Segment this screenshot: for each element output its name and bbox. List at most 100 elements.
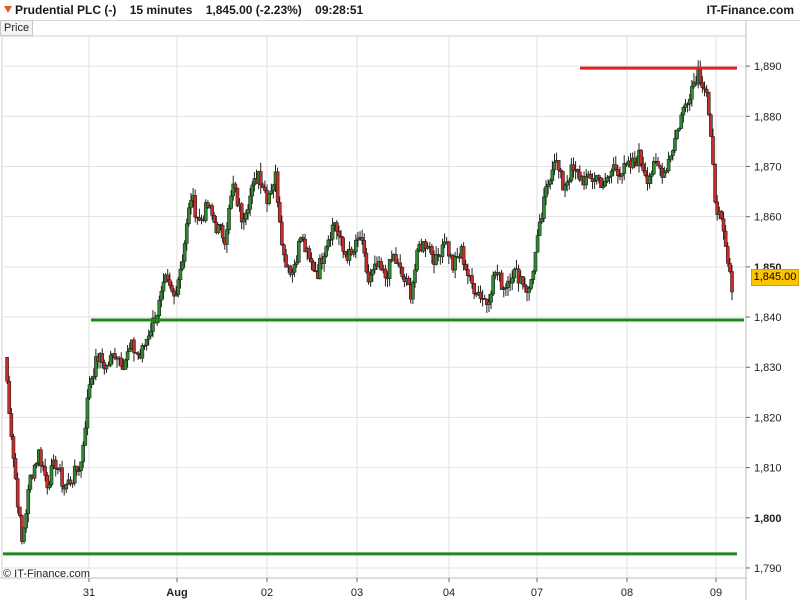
candle-body — [26, 489, 31, 515]
candle-body — [364, 252, 369, 273]
candle-body — [146, 335, 151, 340]
candle-body — [311, 261, 316, 271]
price-chart: 1,7901,8001,8101,8201,8301,8401,8501,860… — [0, 20, 782, 600]
candle-body — [605, 177, 610, 182]
candle-body — [360, 237, 364, 241]
candle-body — [282, 244, 286, 256]
candle-body — [330, 224, 335, 240]
candle-body — [658, 165, 662, 169]
candle-body — [83, 427, 88, 446]
candle-body — [609, 170, 614, 177]
candle-body — [491, 275, 495, 295]
candle-body — [81, 444, 85, 463]
candle-body — [159, 290, 164, 301]
candle-body — [721, 218, 726, 232]
candle-body — [34, 462, 39, 466]
candle-body — [132, 339, 136, 353]
candle-body — [125, 351, 130, 361]
candle-body — [89, 378, 94, 385]
y-tick-label: 1,790 — [754, 563, 782, 575]
candle-body — [523, 283, 527, 288]
candle-body — [603, 181, 607, 187]
candle-body — [100, 353, 105, 363]
candle-body — [400, 267, 405, 278]
candle-body — [108, 355, 113, 366]
y-tick-label: 1,810 — [754, 463, 782, 475]
candle-body — [531, 270, 536, 280]
candle-body — [149, 331, 153, 337]
candle-body — [711, 136, 715, 165]
candle-body — [24, 513, 28, 529]
x-tick-label: 02 — [261, 587, 273, 599]
candle-body — [379, 261, 383, 270]
candle-body — [370, 269, 375, 276]
x-tick-label: 31 — [83, 587, 95, 599]
candle-body — [643, 170, 648, 176]
candle-body — [113, 353, 117, 359]
candle-body — [709, 114, 713, 137]
candle-body — [261, 184, 265, 188]
candle-body — [267, 193, 271, 204]
candle-body — [5, 357, 9, 382]
candle-body — [49, 465, 54, 486]
candle-body — [277, 202, 282, 223]
candle-body — [539, 218, 544, 223]
candle-body — [394, 254, 398, 264]
candle-body — [242, 218, 246, 223]
candle-body — [529, 279, 534, 289]
candle-body — [176, 279, 181, 295]
candle-body — [639, 149, 643, 165]
candle-body — [292, 264, 297, 273]
candle-body — [434, 254, 438, 265]
candle-body — [656, 161, 660, 167]
candle-body — [9, 413, 14, 437]
candle-body — [39, 449, 43, 466]
candle-body — [447, 241, 451, 257]
candle-body — [7, 381, 12, 414]
candle-body — [725, 246, 730, 264]
candle-body — [324, 246, 329, 257]
candle-body — [271, 184, 276, 192]
candle-body — [415, 249, 419, 271]
candle-body — [144, 339, 149, 346]
candle-body — [535, 235, 540, 253]
candle-body — [269, 190, 274, 195]
y-tick-label: 1,880 — [754, 111, 782, 123]
candle-body — [649, 173, 654, 177]
candle-body — [730, 271, 734, 293]
grid-layer — [1, 35, 747, 579]
candle-body — [341, 237, 345, 252]
candle-body — [679, 114, 684, 129]
candle-body — [79, 461, 83, 471]
candle-body — [235, 187, 240, 207]
candle-body — [168, 279, 172, 286]
candle-body — [178, 268, 183, 281]
candle-layer — [5, 60, 734, 545]
candle-body — [309, 258, 314, 263]
candle-body — [189, 200, 193, 209]
candle-body — [647, 176, 652, 185]
candle-body — [546, 183, 550, 188]
candle-body — [499, 272, 504, 290]
candle-body — [248, 195, 252, 210]
candle-body — [690, 86, 694, 100]
candle-body — [212, 214, 217, 223]
candle-body — [326, 239, 331, 248]
candle-body — [671, 150, 675, 157]
candle-body — [43, 466, 47, 476]
candle-body — [398, 262, 403, 268]
candle-body — [334, 222, 339, 232]
candle-body — [652, 161, 656, 175]
candle-body — [284, 254, 288, 268]
candle-body — [362, 240, 367, 254]
candle-body — [354, 239, 358, 253]
candle-body — [620, 173, 624, 177]
candle-body — [47, 484, 52, 489]
candle-body — [180, 261, 185, 270]
candle-body — [351, 251, 356, 255]
candle-body — [719, 210, 724, 220]
candle-body — [32, 464, 37, 479]
candle-body — [584, 176, 588, 186]
candle-body — [713, 163, 717, 203]
line-layer — [3, 66, 744, 556]
